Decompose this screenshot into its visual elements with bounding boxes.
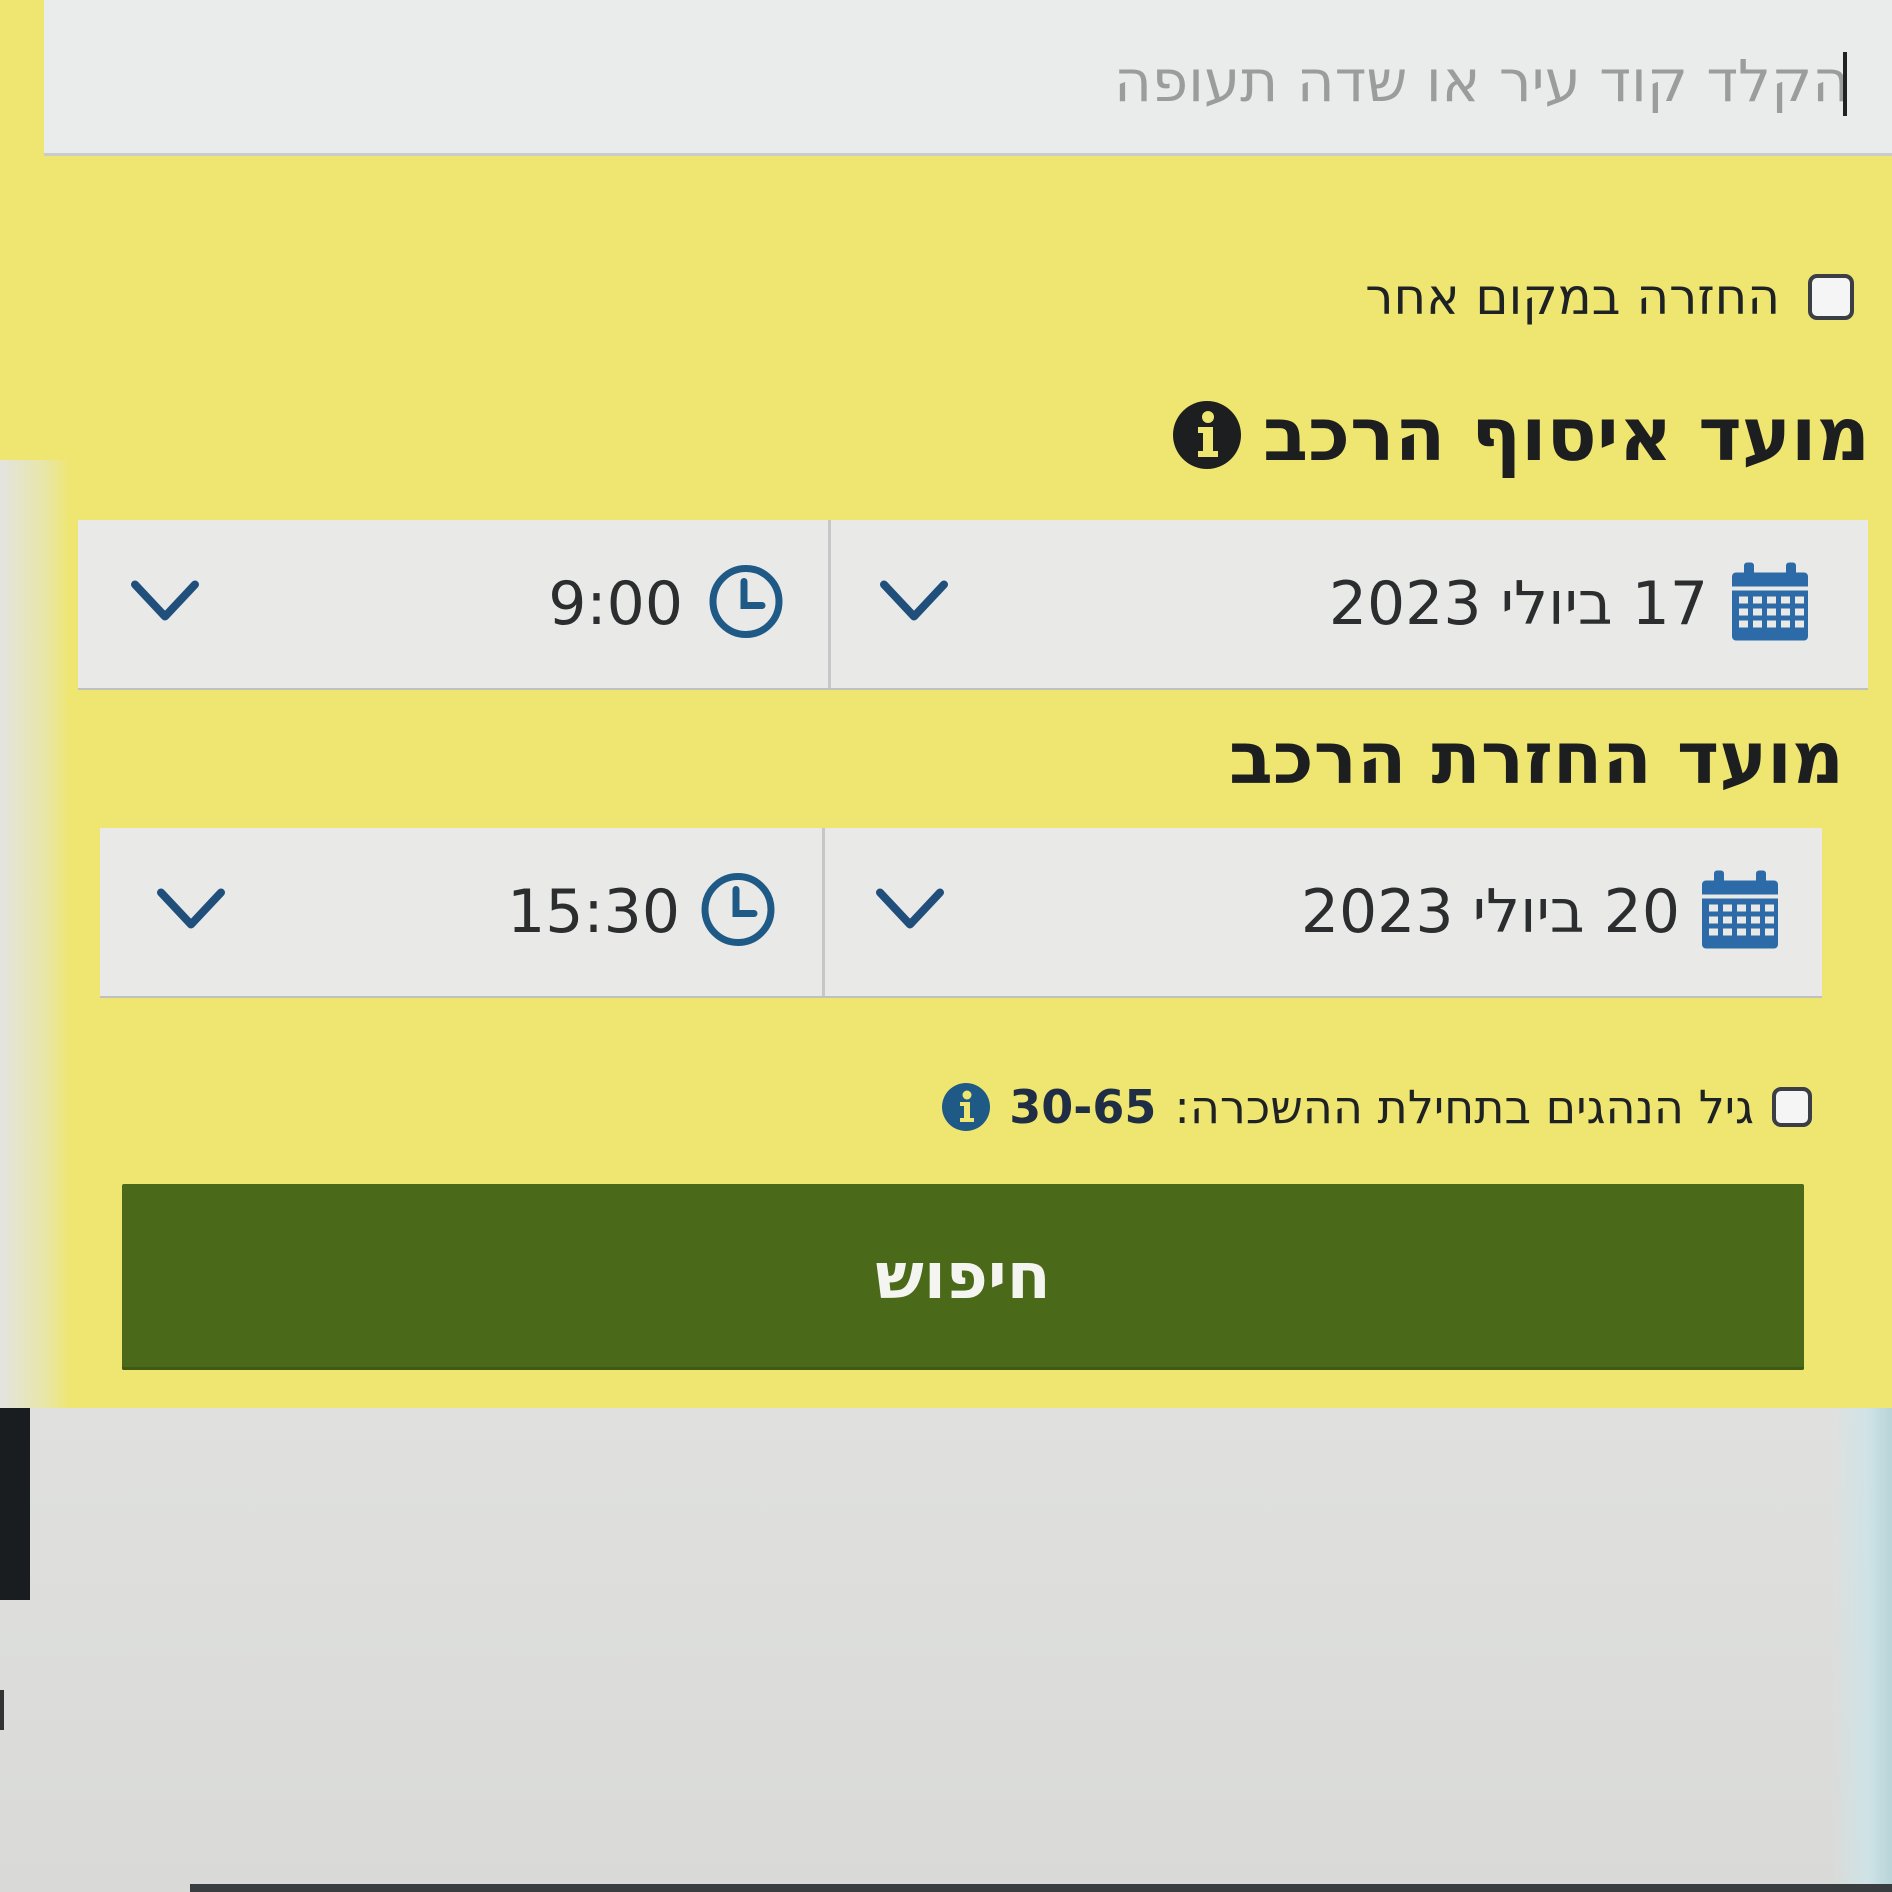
chevron-down-icon[interactable]	[875, 887, 945, 938]
search-button[interactable]: חיפוש	[122, 1184, 1804, 1370]
location-field[interactable]	[44, 0, 1892, 156]
chevron-down-icon[interactable]	[130, 579, 200, 630]
driver-age-label: גיל הנהגים בתחילת ההשכרה:	[1174, 1080, 1754, 1134]
screen-glare	[1832, 1380, 1892, 1892]
clock-icon	[700, 872, 776, 953]
calendar-icon	[1700, 869, 1780, 956]
panel-edge	[0, 460, 70, 1408]
text-caret	[1843, 52, 1847, 116]
driver-age-checkbox[interactable]	[1772, 1087, 1812, 1127]
edge-marker	[0, 1690, 14, 1730]
dropoff-datetime: 20 ביולי 2023 15:30	[100, 828, 1822, 996]
chevron-down-icon[interactable]	[879, 579, 949, 630]
pickup-time-select[interactable]: 9:00	[78, 520, 828, 688]
return-elsewhere-row[interactable]: החזרה במקום אחר	[1365, 268, 1854, 326]
taskbar-edge	[190, 1884, 1892, 1892]
pickup-date-value: 17 ביולי 2023	[1328, 569, 1708, 639]
pickup-datetime: 17 ביולי 2023 9:00	[78, 520, 1868, 688]
driver-age-row[interactable]: גיל הנהגים בתחילת ההשכרה: 30-65	[941, 1080, 1812, 1134]
pickup-title: מועד איסוף הרכב	[1263, 392, 1870, 478]
dropoff-date-select[interactable]: 20 ביולי 2023	[822, 828, 1822, 996]
dropoff-date-value: 20 ביולי 2023	[1300, 877, 1680, 947]
search-panel: החזרה במקום אחר מועד איסוף הרכב	[0, 0, 1892, 1408]
calendar-icon	[1730, 561, 1810, 648]
dropoff-title-row: מועד החזרת הרכב	[1229, 716, 1844, 800]
driver-age-value: 30-65	[1009, 1080, 1157, 1134]
chevron-down-icon[interactable]	[156, 887, 226, 938]
pickup-time-value: 9:00	[548, 569, 683, 639]
info-icon[interactable]	[941, 1082, 991, 1132]
clock-icon	[708, 564, 784, 645]
dropoff-time-value: 15:30	[507, 877, 680, 947]
dropoff-title: מועד החזרת הרכב	[1228, 716, 1844, 800]
return-elsewhere-label: החזרה במקום אחר	[1365, 268, 1780, 326]
location-input[interactable]	[348, 30, 1852, 132]
pickup-title-row: מועד איסוף הרכב	[1171, 392, 1870, 478]
dropoff-time-select[interactable]: 15:30	[100, 828, 822, 996]
return-elsewhere-checkbox[interactable]	[1808, 274, 1854, 320]
info-icon[interactable]	[1171, 399, 1243, 471]
pickup-date-select[interactable]: 17 ביולי 2023	[828, 520, 1868, 688]
